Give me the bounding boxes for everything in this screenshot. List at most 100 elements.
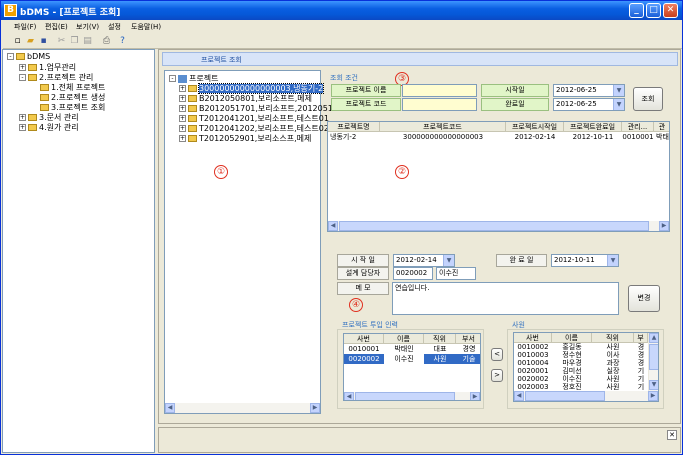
col-header[interactable]: 직위 (592, 333, 634, 343)
folder-icon (40, 94, 49, 101)
scroll-left-icon[interactable]: ◀ (344, 392, 354, 400)
table-row-selected[interactable]: 0020002 이수진 사원 기술 (344, 354, 480, 364)
staff-vscroll[interactable]: ▲ ▼ (648, 333, 658, 391)
page-header: 프로젝트 조회 (162, 52, 678, 66)
cut-icon[interactable]: ✂ (56, 36, 67, 47)
folder-icon (40, 84, 49, 91)
staff-hscroll[interactable]: ◀ ▶ (514, 391, 658, 401)
help-icon[interactable]: ? (117, 36, 128, 47)
end-date-picker[interactable]: 2012-06-25 ▼ (553, 98, 625, 111)
expand-icon[interactable]: + (19, 114, 26, 121)
scroll-thumb[interactable] (355, 392, 455, 400)
menu-bar: 파일(F) 편집(E) 보기(V) 설정 도움말(H) (3, 20, 682, 34)
scroll-right-icon[interactable]: ▶ (470, 392, 480, 400)
chevron-down-icon[interactable]: ▼ (607, 255, 618, 266)
project-tree-hscroll[interactable]: ◀ ▶ (165, 403, 320, 413)
scroll-right-icon[interactable]: ▶ (648, 391, 658, 401)
members-hscroll[interactable]: ◀ ▶ (344, 392, 480, 400)
collapse-icon[interactable]: - (19, 74, 26, 81)
results-hscroll[interactable]: ◀ ▶ (328, 221, 669, 231)
col-header[interactable]: 이름 (552, 333, 592, 343)
scroll-thumb[interactable] (525, 391, 605, 401)
memo-textarea[interactable]: 연습입니다. (392, 282, 619, 315)
menu-settings[interactable]: 설정 (108, 22, 121, 32)
expand-icon[interactable]: + (179, 85, 186, 92)
detail-end-label: 완 료 일 (496, 254, 547, 267)
col-header[interactable]: 사번 (344, 334, 384, 344)
manager-label: 설계 담당자 (337, 267, 389, 280)
new-icon[interactable]: ▫ (12, 36, 23, 47)
print-icon[interactable]: ⎙ (101, 36, 112, 47)
paste-icon[interactable]: ▤ (82, 36, 93, 47)
expand-icon[interactable]: + (19, 124, 26, 131)
folder-icon (188, 135, 197, 142)
col-header[interactable]: 프로젝트명 (328, 122, 380, 132)
chevron-down-icon[interactable]: ▼ (443, 255, 454, 266)
expand-icon[interactable]: + (179, 95, 186, 102)
folder-icon (28, 124, 37, 131)
window-title: bDMS - [프로젝트 조회] (20, 8, 121, 18)
start-date-picker[interactable]: 2012-06-25 ▼ (553, 84, 625, 97)
toolbar: ▫ ▰ ▪ ✂ ❐ ▤ ⎙ ? (3, 35, 682, 49)
scroll-thumb[interactable] (339, 221, 649, 231)
col-header[interactable]: 프로젝트완료일 (564, 122, 622, 132)
scroll-left-icon[interactable]: ◀ (165, 403, 175, 413)
staff-grid: 사번 이름 직위 부 0010002 홍길동 사원 경 0010003 정수현 이사 경 001… (513, 332, 659, 402)
scroll-right-icon[interactable]: ▶ (310, 403, 320, 413)
move-left-button[interactable]: < (491, 348, 503, 361)
project-code-input[interactable] (402, 98, 477, 111)
project-tree-item[interactable]: + T2012052901,보리소스프,메제 (179, 133, 311, 144)
expand-icon[interactable]: + (179, 135, 186, 142)
menu-view[interactable]: 보기(V) (76, 22, 99, 32)
change-button[interactable]: 변경 (628, 285, 660, 312)
col-header[interactable]: 부서 (456, 334, 480, 344)
chevron-down-icon[interactable]: ▼ (613, 99, 624, 110)
col-header[interactable]: 사번 (514, 333, 552, 343)
detail-end-picker[interactable]: 2012-10-11 ▼ (551, 254, 619, 267)
menu-help[interactable]: 도움말(H) (131, 22, 161, 32)
col-header[interactable]: 이름 (384, 334, 424, 344)
move-right-button[interactable]: > (491, 369, 503, 382)
col-header[interactable]: 관리... (622, 122, 654, 132)
scroll-up-icon[interactable]: ▲ (649, 333, 658, 343)
expand-icon[interactable]: + (179, 105, 186, 112)
detail-start-picker[interactable]: 2012-02-14 ▼ (393, 254, 455, 267)
manager-name-field[interactable]: 이수진 (436, 267, 476, 280)
scroll-right-icon[interactable]: ▶ (659, 221, 669, 231)
status-area: ✕ (158, 427, 681, 453)
col-header[interactable]: 부 (634, 333, 648, 343)
menu-file[interactable]: 파일(F) (14, 22, 36, 32)
save-icon[interactable]: ▪ (38, 36, 49, 47)
expand-icon[interactable]: + (179, 115, 186, 122)
expand-icon[interactable]: + (19, 64, 26, 71)
scroll-left-icon[interactable]: ◀ (328, 221, 338, 231)
manager-id-field[interactable]: 0020002 (393, 267, 433, 280)
chevron-down-icon[interactable]: ▼ (613, 85, 624, 96)
folder-icon (28, 114, 37, 121)
annotation-2: ② (395, 165, 409, 179)
collapse-icon[interactable]: - (7, 53, 14, 60)
menu-edit[interactable]: 편집(E) (45, 22, 68, 32)
search-button[interactable]: 조회 (633, 87, 663, 111)
annotation-4: ④ (349, 298, 363, 312)
open-icon[interactable]: ▰ (25, 36, 36, 47)
col-header[interactable]: 직위 (424, 334, 456, 344)
folder-icon (188, 95, 197, 102)
scroll-left-icon[interactable]: ◀ (514, 391, 524, 401)
expand-icon[interactable]: + (179, 125, 186, 132)
collapse-icon[interactable]: - (169, 75, 176, 82)
minimize-button[interactable]: _ (629, 3, 644, 18)
project-name-input[interactable] (402, 84, 477, 97)
close-button[interactable]: ✕ (663, 3, 678, 18)
maximize-button[interactable]: □ (646, 3, 661, 18)
tree-root[interactable]: - bDMS (7, 52, 50, 61)
sidebar-item-cost[interactable]: +4.원가 관리 (19, 122, 79, 133)
col-header[interactable]: 프로젝트코드 (380, 122, 506, 132)
col-header[interactable]: 관 (654, 122, 669, 132)
folder-icon (16, 53, 25, 60)
close-icon[interactable]: ✕ (667, 430, 677, 440)
copy-icon[interactable]: ❐ (69, 36, 80, 47)
scroll-down-icon[interactable]: ▼ (649, 380, 658, 390)
scroll-thumb[interactable] (649, 344, 658, 370)
col-header[interactable]: 프로젝트시작일 (506, 122, 564, 132)
